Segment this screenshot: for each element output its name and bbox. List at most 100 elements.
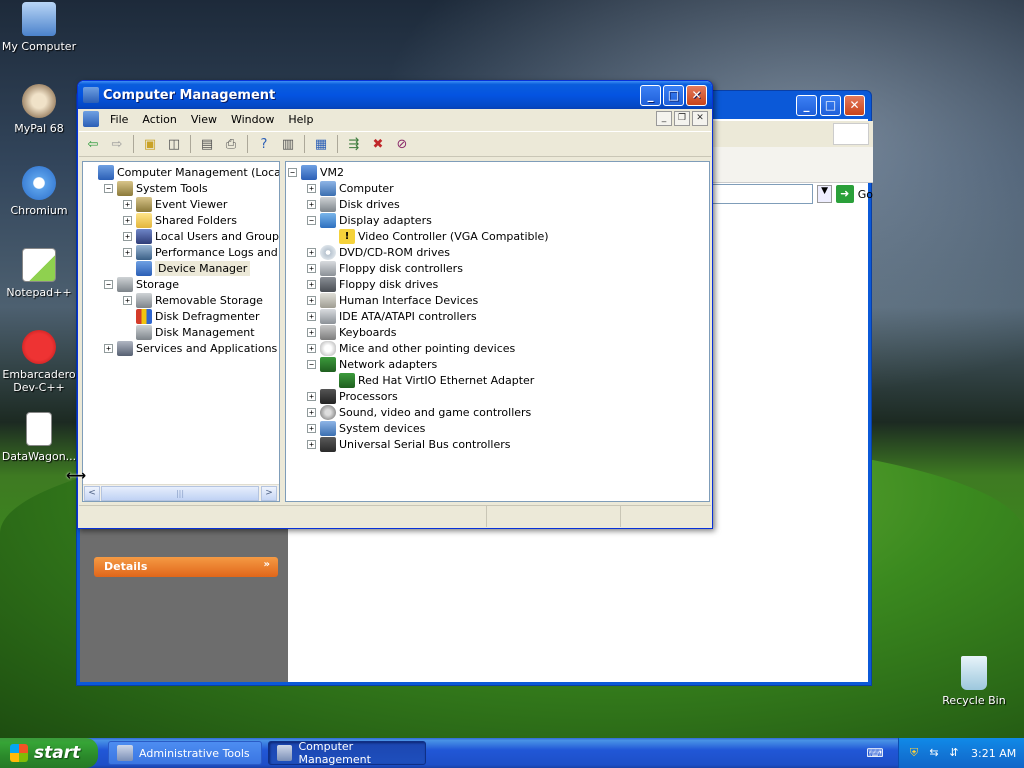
desktop-icon-mypal[interactable]: MyPal 68: [0, 84, 78, 135]
taskbar-button-computer-management[interactable]: Computer Management: [268, 740, 426, 766]
taskbar-button-administrative-tools[interactable]: Administrative Tools: [108, 741, 262, 765]
title-bar[interactable]: Computer Management _ □ ✕: [78, 81, 712, 109]
expand-icon[interactable]: +: [307, 311, 316, 321]
expand-icon[interactable]: +: [123, 231, 132, 241]
minimize-button[interactable]: _: [796, 95, 817, 116]
scroll-left-button[interactable]: <: [84, 486, 100, 501]
desktop-icon-my-computer[interactable]: My Computer: [0, 2, 78, 53]
tree-node[interactable]: + Event Viewer: [123, 196, 227, 212]
menu-file[interactable]: File: [103, 113, 135, 126]
tree-node[interactable]: Red Hat VirtIO Ethernet Adapter: [326, 372, 534, 388]
disable-device-icon[interactable]: ⊘: [392, 134, 412, 154]
tree-node[interactable]: + Processors: [307, 388, 398, 404]
start-button[interactable]: start: [0, 738, 98, 768]
tree-node[interactable]: + Human Interface Devices: [307, 292, 478, 308]
tree-node[interactable]: + Shared Folders: [123, 212, 237, 228]
expand-icon[interactable]: +: [307, 295, 316, 305]
expand-icon[interactable]: +: [123, 215, 132, 225]
forward-arrow-icon[interactable]: ⇨: [107, 134, 127, 154]
expand-icon[interactable]: +: [307, 199, 316, 209]
help-icon[interactable]: ?: [254, 134, 274, 154]
tree-node[interactable]: + Computer: [307, 180, 394, 196]
update-driver-icon[interactable]: ⇶: [344, 134, 364, 154]
minimize-button[interactable]: _: [640, 85, 661, 106]
tree-node[interactable]: Disk Management: [123, 324, 255, 340]
show-hide-tree-icon[interactable]: ◫: [164, 134, 184, 154]
horizontal-scrollbar[interactable]: < ||| >: [83, 484, 279, 501]
expand-icon[interactable]: +: [307, 439, 316, 449]
tree-node[interactable]: Computer Management (Local): [85, 164, 279, 180]
scroll-thumb[interactable]: |||: [101, 486, 259, 501]
tree-node[interactable]: + Floppy disk drives: [307, 276, 438, 292]
tree-node[interactable]: + System devices: [307, 420, 425, 436]
collapse-icon[interactable]: −: [104, 183, 113, 193]
action-pane-icon[interactable]: ▥: [278, 134, 298, 154]
expand-icon[interactable]: +: [307, 247, 316, 257]
tree-node[interactable]: − System Tools: [104, 180, 208, 196]
tree-node[interactable]: + Services and Applications: [104, 340, 277, 356]
desktop-icon-recycle-bin[interactable]: Recycle Bin: [935, 656, 1013, 707]
address-input[interactable]: [709, 184, 814, 204]
expand-icon[interactable]: +: [307, 279, 316, 289]
network-icon[interactable]: ⇆: [927, 746, 941, 760]
desktop-icon-datawagon[interactable]: DataWagon...: [0, 412, 78, 463]
expand-icon[interactable]: +: [307, 327, 316, 337]
expand-icon[interactable]: +: [123, 199, 132, 209]
scroll-right-button[interactable]: >: [261, 486, 277, 501]
close-button[interactable]: ✕: [686, 85, 707, 106]
computer-management-window[interactable]: Computer Management _ □ ✕ File Action Vi…: [77, 80, 713, 529]
chevron-down-icon[interactable]: »: [264, 559, 270, 570]
mdi-minimize-button[interactable]: _: [656, 111, 672, 126]
collapse-icon[interactable]: −: [307, 215, 316, 225]
mdi-system-menu-icon[interactable]: [83, 111, 99, 127]
tree-node[interactable]: + Local Users and Groups: [123, 228, 279, 244]
collapse-icon[interactable]: −: [288, 167, 297, 177]
tree-node[interactable]: + Removable Storage: [123, 292, 263, 308]
collapse-icon[interactable]: −: [307, 359, 316, 369]
expand-icon[interactable]: +: [307, 423, 316, 433]
collapse-icon[interactable]: −: [104, 279, 113, 289]
tree-node[interactable]: ! Video Controller (VGA Compatible): [326, 228, 549, 244]
back-arrow-icon[interactable]: ⇦: [83, 134, 103, 154]
menu-action[interactable]: Action: [135, 113, 183, 126]
menu-help[interactable]: Help: [281, 113, 320, 126]
tree-node[interactable]: Disk Defragmenter: [123, 308, 260, 324]
menu-window[interactable]: Window: [224, 113, 281, 126]
tree-node[interactable]: Device Manager: [123, 260, 251, 276]
tree-node[interactable]: − VM2: [288, 164, 344, 180]
console-tree-pane[interactable]: Computer Management (Local) − System Tools…: [82, 161, 280, 502]
expand-icon[interactable]: +: [307, 183, 316, 193]
tree-node[interactable]: + Universal Serial Bus controllers: [307, 436, 510, 452]
mdi-restore-button[interactable]: ❐: [674, 111, 690, 126]
address-dropdown-button[interactable]: ▼: [817, 185, 832, 203]
up-one-level-icon[interactable]: ▣: [140, 134, 160, 154]
desktop-icon-chromium[interactable]: Chromium: [0, 166, 78, 217]
device-tree-pane[interactable]: − VM2 + Computer + Disk drives − Display adapte…: [285, 161, 710, 502]
tree-node[interactable]: + Floppy disk controllers: [307, 260, 463, 276]
clock[interactable]: 3:21 AM: [971, 747, 1016, 760]
expand-icon[interactable]: +: [307, 343, 316, 353]
scan-hardware-icon[interactable]: ▦: [311, 134, 331, 154]
maximize-button[interactable]: □: [820, 95, 841, 116]
expand-icon[interactable]: +: [123, 247, 132, 257]
tree-node[interactable]: + Mice and other pointing devices: [307, 340, 515, 356]
properties-icon[interactable]: ▤: [197, 134, 217, 154]
uninstall-icon[interactable]: ✖: [368, 134, 388, 154]
tree-node[interactable]: − Storage: [104, 276, 179, 292]
tree-node[interactable]: − Display adapters: [307, 212, 432, 228]
desktop-icon-devcpp[interactable]: Embarcadero Dev-C++: [0, 330, 78, 394]
print-icon[interactable]: ⎙: [221, 134, 241, 154]
expand-icon[interactable]: +: [104, 343, 113, 353]
details-section-header[interactable]: Details »: [94, 557, 278, 577]
security-shield-icon[interactable]: ⛨: [907, 746, 921, 760]
tree-node[interactable]: + Disk drives: [307, 196, 400, 212]
mdi-close-button[interactable]: ✕: [692, 111, 708, 126]
desktop-icon-notepadpp[interactable]: Notepad++: [0, 248, 78, 299]
close-button[interactable]: ✕: [844, 95, 865, 116]
expand-icon[interactable]: +: [307, 391, 316, 401]
tree-node[interactable]: − Network adapters: [307, 356, 437, 372]
keyboard-layout-icon[interactable]: ⌨: [866, 746, 884, 760]
maximize-button[interactable]: □: [663, 85, 684, 106]
tree-node[interactable]: + DVD/CD-ROM drives: [307, 244, 450, 260]
tree-node[interactable]: + IDE ATA/ATAPI controllers: [307, 308, 477, 324]
